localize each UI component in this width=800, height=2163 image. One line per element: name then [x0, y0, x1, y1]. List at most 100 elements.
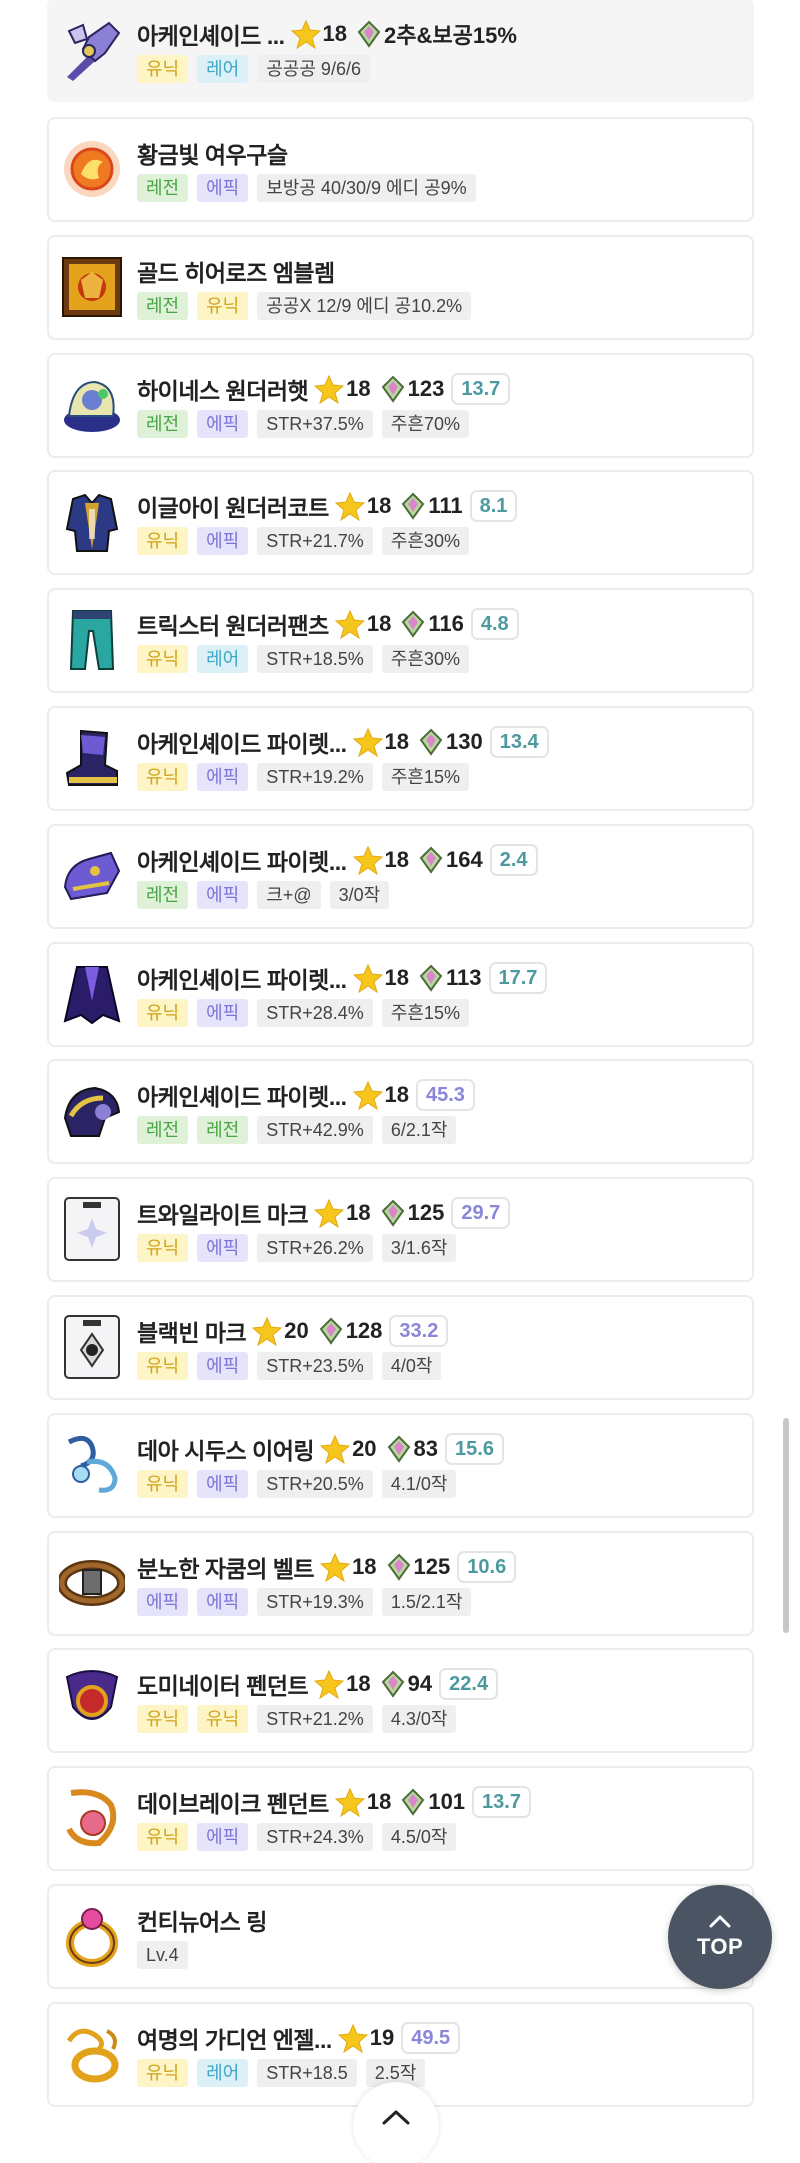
- grade-tag: 레어: [197, 55, 249, 83]
- star-force-icon: [314, 1198, 345, 1228]
- equipment-item-card[interactable]: 도미네이터 펜던트 18 94 22.4 유닉 유닉 STR+21.2% 4.3/0작: [47, 1648, 754, 1753]
- grade-tag: 에픽: [197, 881, 249, 909]
- grade-tag: 에픽: [197, 1588, 249, 1616]
- potential-value: 83: [413, 1436, 439, 1461]
- potential-value: 125: [413, 1554, 451, 1579]
- equipment-item-card[interactable]: 데이브레이크 펜던트 18 101 13.7 유닉 에픽 STR+24.3% 4.5/0작: [47, 1766, 754, 1871]
- grade-tag: 유닉: [197, 292, 249, 320]
- star-force-icon: [352, 963, 383, 993]
- equipment-item-card[interactable]: 아케인셰이드 파이렛... 18 45.3 레전 레전 STR+42.9% 6/2.1작: [47, 1059, 754, 1164]
- equipment-item-card[interactable]: 이글아이 원더러코트 18 111 8.1 유닉 에픽 STR+21.7% 주흔30%: [47, 470, 754, 575]
- grade-tag: 유닉: [137, 55, 189, 83]
- star-force-value: 18: [322, 21, 348, 46]
- option-chip: STR+37.5%: [257, 410, 373, 438]
- potential-gem-icon: [387, 1435, 410, 1463]
- star-force-value: 20: [352, 1436, 377, 1461]
- twilight-mark-icon: [59, 1196, 125, 1262]
- equipment-item-card[interactable]: 트릭스터 원더러팬츠 18 116 4.8 유닉 레어 STR+18.5% 주흔30%: [47, 588, 754, 693]
- equipment-item-card[interactable]: 블랙빈 마크 20 128 33.2 유닉 에픽 STR+23.5% 4/0작: [47, 1295, 754, 1400]
- star-force-value: 18: [346, 1200, 371, 1225]
- option-chip: 4.3/0작: [381, 1705, 457, 1733]
- golden-fox-marble-icon: [59, 136, 125, 202]
- option-chip: 주흔15%: [381, 763, 469, 791]
- grade-tag: 에픽: [197, 174, 249, 202]
- arcane-shade-pirate-shoulder-icon: [59, 1078, 125, 1144]
- gold-heroes-emblem-icon: [59, 254, 125, 320]
- scroll-top-button[interactable]: TOP: [668, 1885, 772, 1989]
- blackbean-mark-icon: [59, 1314, 125, 1380]
- potential-value: 128: [345, 1318, 383, 1343]
- equipment-item-card[interactable]: 아케인셰이드 파이렛... 18 113 17.7 유닉 에픽 STR+28.4% 주흔15%: [47, 942, 754, 1047]
- grade-tag: 레어: [197, 645, 249, 673]
- score-badge: 45.3: [416, 1079, 475, 1111]
- grade-tag: 레전: [137, 410, 189, 438]
- item-name: 컨티뉴어스 링: [137, 1909, 267, 1935]
- arcane-shade-pirate-cape-icon: [59, 961, 125, 1027]
- equipment-item-card[interactable]: 황금빛 여우구슬 레전 에픽 보방공 40/30/9 에디 공9%: [47, 117, 754, 222]
- potential-value: 94: [407, 1671, 433, 1696]
- equipment-item-card[interactable]: 트와일라이트 마크 18 125 29.7 유닉 에픽 STR+26.2% 3/1.6작: [47, 1177, 754, 1282]
- score-badge: 13.7: [472, 1786, 531, 1818]
- grade-tag: 레전: [137, 881, 189, 909]
- equipment-item-card[interactable]: 아케인셰이드 파이렛... 18 164 2.4 레전 에픽 크+@ 3/0작: [47, 824, 754, 929]
- option-chip: STR+42.9%: [257, 1116, 373, 1144]
- item-name: 데이브레이크 펜던트: [137, 1791, 329, 1817]
- grade-tag: 에픽: [197, 1470, 249, 1498]
- dawn-guardian-angel-ring-icon: [59, 2021, 125, 2087]
- potential-gem-icon: [387, 1553, 410, 1581]
- equipment-item-card[interactable]: 아케인셰이드 ... 18 2추&보공15% 유닉 레어 공공공 9/6/6: [47, 0, 754, 102]
- grade-tag: 유닉: [137, 999, 189, 1027]
- star-force-value: 18: [384, 847, 409, 872]
- option-chip: 3/1.6작: [381, 1234, 457, 1262]
- star-force-value: 18: [384, 729, 409, 754]
- grade-tag: 레전: [137, 292, 189, 320]
- grade-tag: 유닉: [137, 645, 189, 673]
- star-force-icon: [252, 1316, 283, 1346]
- star-force-value: 18: [384, 1082, 409, 1107]
- item-name: 여명의 가디언 엔젤...: [137, 2027, 332, 2053]
- star-force-icon: [334, 1787, 365, 1817]
- star-force-value: 18: [366, 493, 392, 518]
- grade-tag: 유닉: [137, 2059, 189, 2087]
- option-chip: STR+21.7%: [257, 527, 373, 555]
- star-force-icon: [352, 845, 383, 875]
- grade-tag: 유닉: [137, 1234, 189, 1262]
- item-name: 도미네이터 펜던트: [137, 1673, 309, 1699]
- item-name: 아케인셰이드 파이렛...: [137, 1084, 347, 1110]
- equipment-item-card[interactable]: 아케인셰이드 파이렛... 18 130 13.4 유닉 에픽 STR+19.2% 주흔15%: [47, 706, 754, 811]
- item-name: 하이네스 원더러햇: [137, 378, 309, 404]
- star-force-value: 18: [366, 611, 392, 636]
- star-force-icon: [320, 1552, 351, 1582]
- potential-gem-icon: [419, 964, 443, 992]
- score-badge: 17.7: [488, 962, 548, 994]
- equipment-item-card[interactable]: 분노한 자쿰의 벨트 18 125 10.6 에픽 에픽 STR+19.3% 1.5/2.1작: [47, 1531, 754, 1636]
- potential-value: 123: [407, 376, 445, 401]
- option-chip: 공공X 12/9 에디 공10.2%: [257, 292, 472, 320]
- daybreak-pendant-icon: [59, 1785, 125, 1851]
- option-chip: STR+28.4%: [257, 999, 373, 1027]
- grade-tag: 에픽: [197, 1823, 249, 1851]
- option-chip: STR+18.5: [257, 2059, 357, 2087]
- item-name: 트릭스터 원더러팬츠: [137, 613, 329, 639]
- equipment-item-card[interactable]: 하이네스 원더러햇 18 123 13.7 레전 에픽 STR+37.5% 주흔70%: [47, 353, 754, 458]
- star-force-icon: [314, 374, 345, 404]
- equipment-item-card[interactable]: 컨티뉴어스 링 Lv.4: [47, 1884, 754, 1989]
- score-badge: 13.7: [451, 373, 511, 405]
- bottom-floating-button[interactable]: [353, 2082, 439, 2163]
- potential-value: 130: [446, 729, 483, 754]
- grade-tag: 에픽: [197, 999, 249, 1027]
- equipment-item-card[interactable]: 골드 히어로즈 엠블렘레전 유닉 공공X 12/9 에디 공10.2%: [47, 235, 754, 340]
- item-name: 골드 히어로즈 엠블렘: [137, 260, 335, 286]
- grade-tag: 에픽: [197, 410, 249, 438]
- grade-tag: 레어: [197, 2059, 249, 2087]
- option-chip: 1.5/2.1작: [381, 1588, 472, 1616]
- arcane-shade-pirate-gloves-icon: [59, 843, 125, 909]
- grade-tag: 유닉: [137, 1705, 189, 1733]
- option-chip: 주흔70%: [381, 410, 469, 438]
- potential-gem-icon: [357, 20, 381, 48]
- item-name: 아케인셰이드 파이렛...: [137, 849, 347, 875]
- grade-tag: 에픽: [197, 527, 249, 555]
- scrollbar[interactable]: [783, 1418, 789, 1633]
- equipment-item-card[interactable]: 데아 시두스 이어링 20 83 15.6 유닉 에픽 STR+20.5% 4.1/0작: [47, 1413, 754, 1518]
- potential-gem-icon: [402, 492, 425, 520]
